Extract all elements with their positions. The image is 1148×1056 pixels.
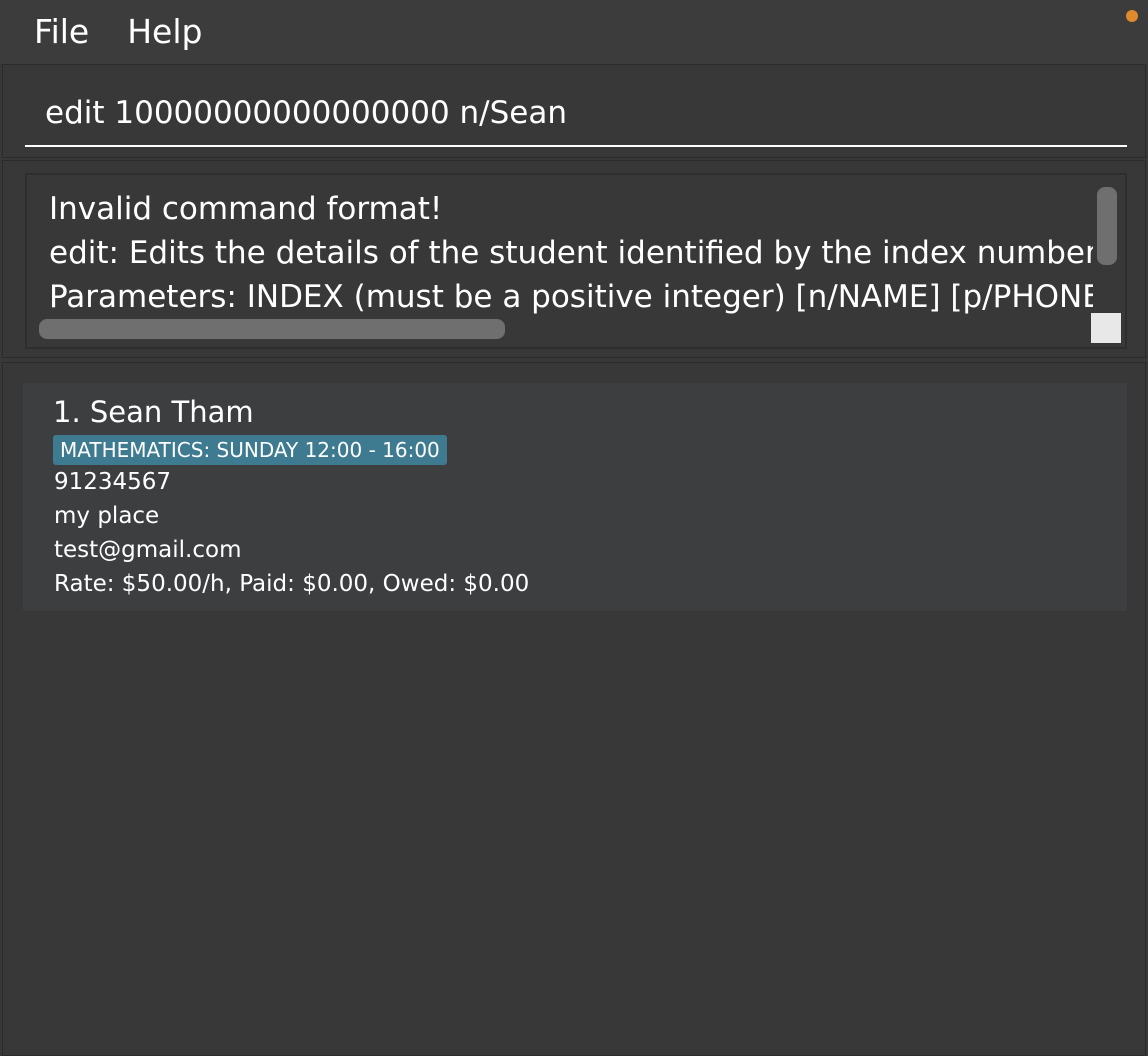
result-line: Parameters: INDEX (must be a positive in… <box>49 279 1093 315</box>
menu-help[interactable]: Help <box>127 0 202 64</box>
person-name: 1. Sean Tham <box>53 395 254 429</box>
result-text: Invalid command format! edit: Edits the d… <box>49 187 1093 317</box>
result-display-pane: Invalid command format! edit: Edits the d… <box>2 160 1146 358</box>
person-email: test@gmail.com <box>54 537 242 563</box>
vertical-scrollbar-thumb[interactable] <box>1097 187 1117 265</box>
result-line: Invalid command format! <box>49 191 443 227</box>
scrollbar-corner <box>1091 313 1121 343</box>
status-dot-icon <box>1126 10 1138 22</box>
app-window: File Help Invalid command format! edit: E… <box>0 0 1148 1056</box>
person-payment: Rate: $50.00/h, Paid: $0.00, Owed: $0.00 <box>54 571 530 597</box>
menu-bar: File Help <box>0 0 1148 64</box>
menu-file[interactable]: File <box>34 0 89 64</box>
horizontal-scrollbar-thumb[interactable] <box>39 319 505 339</box>
command-box-pane <box>2 64 1146 158</box>
result-display[interactable]: Invalid command format! edit: Edits the d… <box>25 173 1127 349</box>
lesson-tag: MATHEMATICS: SUNDAY 12:00 - 16:00 <box>53 435 447 465</box>
person-address: my place <box>54 503 160 529</box>
command-input[interactable] <box>25 81 1127 147</box>
person-list-pane: 1. Sean Tham MATHEMATICS: SUNDAY 12:00 -… <box>2 362 1146 1056</box>
result-line: edit: Edits the details of the student i… <box>49 235 1093 271</box>
person-phone: 91234567 <box>54 469 172 495</box>
person-card[interactable]: 1. Sean Tham MATHEMATICS: SUNDAY 12:00 -… <box>23 383 1127 611</box>
